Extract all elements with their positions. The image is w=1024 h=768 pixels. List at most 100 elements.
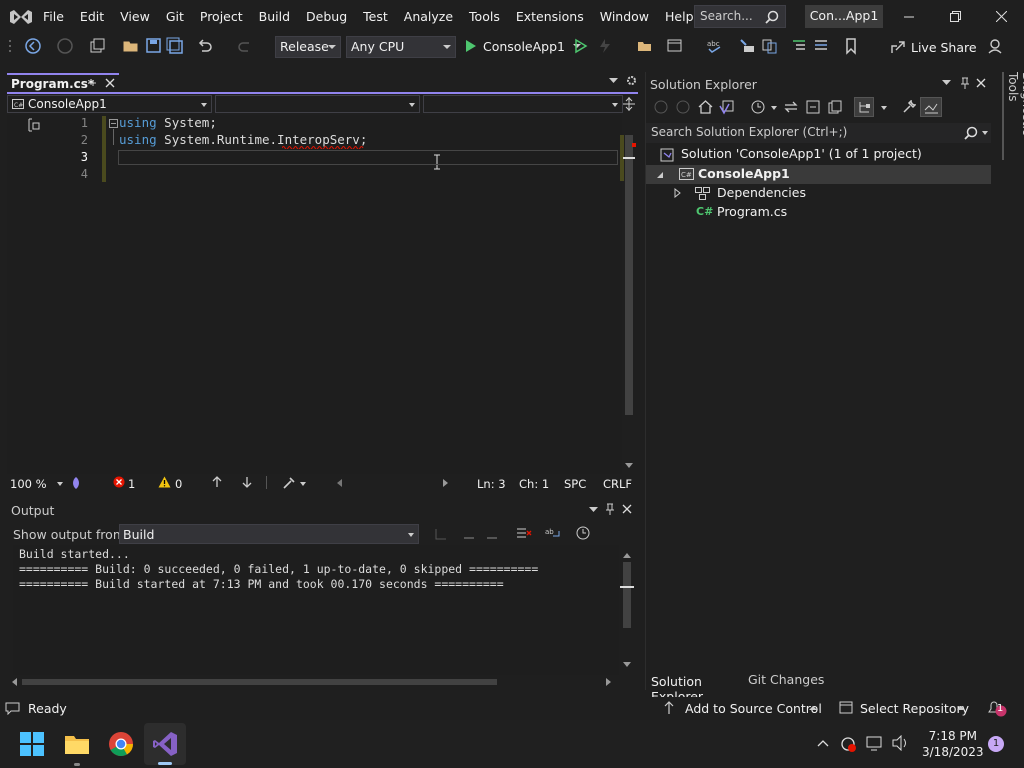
- scrollbar-thumb[interactable]: [623, 562, 631, 628]
- menu-debug[interactable]: Debug: [298, 9, 355, 24]
- scroll-down-icon[interactable]: [625, 463, 633, 468]
- tab-list-dropdown-icon[interactable]: [609, 78, 618, 84]
- solution-search-box[interactable]: Search Solution Explorer (Ctrl+;): [646, 123, 991, 143]
- new-item-icon[interactable]: [88, 37, 106, 55]
- member-dropdown[interactable]: [423, 95, 623, 113]
- split-window-icon[interactable]: [623, 97, 635, 111]
- next-message-icon[interactable]: [485, 527, 499, 541]
- search-icon[interactable]: [964, 126, 978, 140]
- clock[interactable]: 7:18 PM 3/18/2023: [922, 728, 984, 760]
- windows-start-icon[interactable]: [20, 732, 44, 756]
- chevron-down-icon[interactable]: [881, 106, 887, 110]
- collapse-region-icon[interactable]: [109, 119, 118, 128]
- close-icon[interactable]: [976, 78, 986, 88]
- file-explorer-icon[interactable]: [64, 732, 90, 756]
- window-layout-icon[interactable]: [666, 37, 684, 55]
- pin-tab-icon[interactable]: [87, 78, 97, 88]
- configuration-dropdown[interactable]: Release: [275, 36, 341, 58]
- chevron-up-icon[interactable]: [957, 706, 965, 710]
- close-icon[interactable]: [622, 504, 632, 514]
- show-hidden-icons-chevron-icon[interactable]: [817, 739, 829, 747]
- output-text-area[interactable]: Build started... ========== Build: 0 suc…: [13, 545, 619, 675]
- global-search-box[interactable]: Search...: [694, 5, 786, 28]
- document-tab-program-cs[interactable]: Program.cs*: [7, 73, 119, 92]
- navigate-back-icon[interactable]: [24, 37, 42, 55]
- menu-edit[interactable]: Edit: [72, 9, 112, 24]
- chevron-down-icon[interactable]: [57, 482, 63, 486]
- visual-studio-logo-icon[interactable]: [8, 6, 34, 28]
- platform-dropdown[interactable]: Any CPU: [346, 36, 456, 58]
- clock-icon[interactable]: [576, 526, 590, 540]
- spell-check-icon[interactable]: abc: [706, 37, 724, 55]
- network-icon[interactable]: [866, 735, 884, 751]
- scroll-up-icon[interactable]: [623, 553, 631, 558]
- forward-icon[interactable]: [676, 100, 690, 114]
- arrow-up-icon[interactable]: [212, 476, 222, 488]
- scroll-down-icon[interactable]: [623, 662, 631, 667]
- format-icon[interactable]: [738, 37, 756, 55]
- whitespace-mode[interactable]: SPC: [564, 477, 586, 491]
- warning-count[interactable]: 0: [175, 477, 182, 491]
- tab-git-changes[interactable]: Git Changes: [748, 672, 824, 687]
- sync-icon[interactable]: [784, 100, 798, 114]
- warning-icon[interactable]: [158, 476, 171, 488]
- notification-badge[interactable]: 1: [988, 736, 1004, 752]
- menu-window[interactable]: Window: [592, 9, 657, 24]
- scrollbar-thumb[interactable]: [625, 135, 633, 415]
- volume-icon[interactable]: [892, 735, 910, 751]
- pin-icon[interactable]: [961, 77, 969, 89]
- code-editor[interactable]: 1 2 3 4 using System; using System.Runti…: [7, 115, 622, 474]
- chevron-down-icon[interactable]: [771, 106, 777, 110]
- scroll-left-icon[interactable]: [337, 479, 342, 487]
- scrollbar-thumb[interactable]: [22, 679, 497, 685]
- window-options-icon[interactable]: [942, 80, 951, 86]
- home-icon[interactable]: [698, 100, 713, 114]
- diagnostic-tools-tab[interactable]: Diagnostic Tools: [1002, 72, 1024, 160]
- menu-build[interactable]: Build: [251, 9, 298, 24]
- project-dropdown[interactable]: C# ConsoleApp1: [7, 95, 212, 113]
- error-icon[interactable]: [113, 476, 125, 488]
- code-cleanup-icon[interactable]: [282, 476, 296, 489]
- collapse-all-icon[interactable]: [806, 100, 820, 114]
- hot-reload-icon[interactable]: [596, 37, 614, 55]
- menu-git[interactable]: Git: [158, 9, 192, 24]
- pending-changes-filter-icon[interactable]: [751, 100, 765, 114]
- save-all-icon[interactable]: [166, 37, 184, 55]
- restore-button[interactable]: [932, 0, 978, 33]
- chevron-up-icon[interactable]: [809, 706, 817, 710]
- start-button[interactable]: ConsoleApp1: [463, 37, 581, 55]
- chevron-down-icon[interactable]: [300, 482, 306, 486]
- collapse-icon[interactable]: [760, 37, 778, 55]
- solution-name-badge[interactable]: Con...App1: [805, 5, 883, 28]
- preview-selected-items-button[interactable]: [920, 97, 942, 117]
- show-all-files-icon[interactable]: [828, 100, 842, 114]
- close-tab-icon[interactable]: [105, 78, 115, 88]
- add-to-source-control-button[interactable]: Add to Source Control: [685, 701, 822, 716]
- output-vertical-scrollbar[interactable]: [620, 550, 634, 675]
- zoom-level[interactable]: 100 %: [10, 477, 47, 491]
- navigate-forward-icon[interactable]: [56, 37, 74, 55]
- arrow-down-icon[interactable]: [242, 476, 252, 488]
- settings-gear-icon[interactable]: [626, 75, 637, 86]
- clear-all-icon[interactable]: [516, 526, 532, 540]
- undo-icon[interactable]: [196, 37, 214, 55]
- scroll-left-icon[interactable]: [12, 678, 17, 686]
- intellicode-icon[interactable]: [70, 476, 82, 490]
- properties-wrench-icon[interactable]: [902, 100, 916, 114]
- output-horizontal-scrollbar[interactable]: [12, 676, 614, 688]
- visual-studio-taskbar-button[interactable]: [144, 723, 186, 765]
- update-sync-icon[interactable]: [839, 735, 857, 753]
- live-share-button[interactable]: Live Share: [890, 39, 977, 55]
- error-count[interactable]: 1: [128, 477, 135, 491]
- type-dropdown[interactable]: [215, 95, 420, 113]
- menu-tools[interactable]: Tools: [461, 9, 508, 24]
- pin-icon[interactable]: [606, 503, 614, 515]
- scroll-right-icon[interactable]: [606, 678, 611, 686]
- chrome-icon[interactable]: [108, 731, 134, 757]
- scroll-right-icon[interactable]: [443, 479, 448, 487]
- word-wrap-icon[interactable]: ab: [545, 526, 561, 540]
- track-active-item-button[interactable]: [854, 97, 874, 117]
- tab-solution-explorer[interactable]: Solution Explorer: [646, 670, 744, 704]
- bookmark-icon[interactable]: [842, 37, 860, 55]
- save-icon[interactable]: [145, 37, 163, 55]
